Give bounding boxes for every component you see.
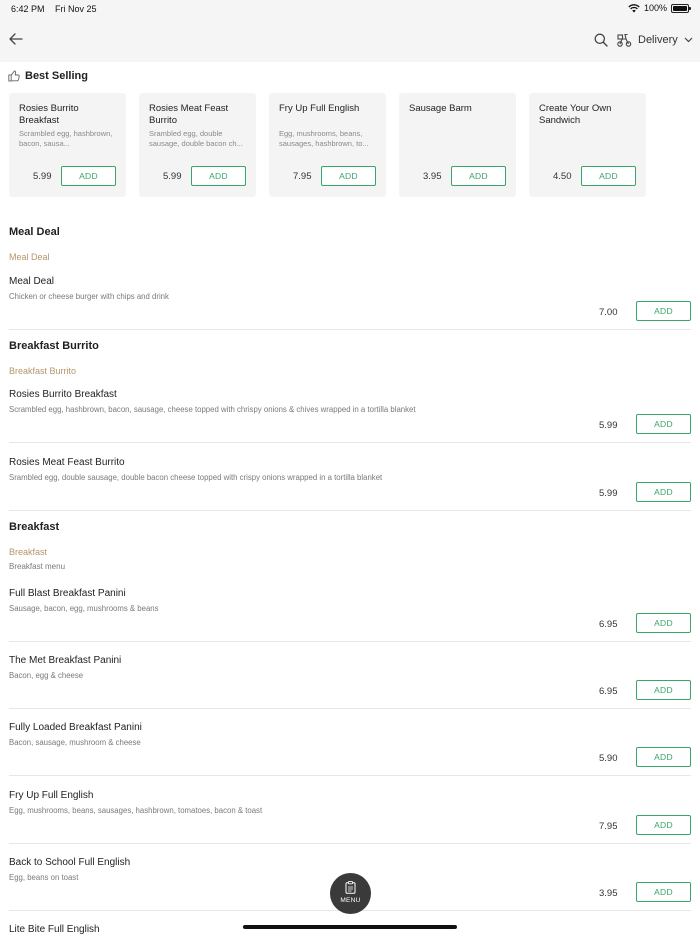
search-icon	[594, 33, 608, 47]
item-desc: Egg, beans on toast	[9, 873, 79, 882]
best-selling-card[interactable]: Sausage Barm 3.95 ADD	[399, 93, 516, 197]
add-button[interactable]: ADD	[636, 882, 691, 902]
section-title: Breakfast	[9, 521, 60, 533]
card-name: Rosies Meat Feast Burrito	[149, 103, 229, 126]
section-subtitle: Breakfast	[9, 547, 48, 557]
card-desc: Egg, mushrooms, beans, sausages, hashbro…	[279, 129, 369, 148]
add-button[interactable]: ADD	[636, 414, 691, 434]
status-bar: 6:42 PM Fri Nov 25 100%	[0, 0, 700, 18]
card-price: 4.50	[553, 171, 572, 182]
item-price: 5.99	[599, 488, 618, 499]
divider	[9, 775, 691, 776]
home-indicator[interactable]	[243, 925, 457, 929]
item-price: 7.00	[599, 307, 618, 318]
delivery-mode-button[interactable]: Delivery	[616, 30, 693, 50]
item-desc: Egg, mushrooms, beans, sausages, hashbro…	[9, 806, 263, 815]
status-date: Fri Nov 25	[55, 4, 97, 14]
search-button[interactable]	[593, 32, 609, 48]
card-price: 5.99	[33, 171, 52, 182]
item-name: Lite Bite Full English	[9, 924, 100, 934]
add-button[interactable]: ADD	[636, 482, 691, 502]
card-price: 7.95	[293, 171, 312, 182]
best-selling-card[interactable]: Create Your Own Sandwich 4.50 ADD	[529, 93, 646, 197]
add-button[interactable]: ADD	[321, 166, 376, 186]
item-price: 6.95	[599, 686, 618, 697]
battery-icon	[671, 3, 691, 13]
nav-bar: Delivery	[0, 18, 700, 62]
item-desc: Srambled egg, double sausage, double bac…	[9, 473, 383, 482]
section-description: Breakfast menu	[9, 562, 66, 571]
chevron-down-icon	[684, 37, 693, 43]
item-name: Rosies Meat Feast Burrito	[9, 457, 125, 468]
item-name: Back to School Full English	[9, 857, 131, 868]
item-name: Fully Loaded Breakfast Panini	[9, 722, 142, 733]
card-price: 3.95	[423, 171, 442, 182]
divider	[9, 329, 691, 330]
divider	[9, 510, 691, 511]
back-button[interactable]	[7, 30, 25, 48]
add-button[interactable]: ADD	[191, 166, 246, 186]
menu-fab-label: MENU	[340, 897, 361, 904]
section-title: Breakfast Burrito	[9, 340, 99, 352]
best-selling-card[interactable]: Fry Up Full English Egg, mushrooms, bean…	[269, 93, 386, 197]
divider	[9, 641, 691, 642]
best-selling-title: Best Selling	[25, 70, 88, 82]
item-name: Full Blast Breakfast Panini	[9, 588, 126, 599]
item-desc: Chicken or cheese burger with chips and …	[9, 292, 169, 301]
menu-fab-button[interactable]: MENU	[330, 873, 371, 914]
status-left: 6:42 PM Fri Nov 25	[11, 4, 105, 14]
card-desc: Srambled egg, double sausage, double bac…	[149, 129, 243, 148]
divider	[9, 843, 691, 844]
item-name: The Met Breakfast Panini	[9, 655, 122, 666]
best-selling-header: Best Selling	[8, 70, 88, 82]
item-price: 6.95	[599, 619, 618, 630]
item-desc: Sausage, bacon, egg, mushrooms & beans	[9, 604, 159, 613]
card-name: Sausage Barm	[409, 103, 472, 114]
thumbs-up-icon	[8, 70, 20, 82]
divider	[9, 708, 691, 709]
item-desc: Scrambled egg, hashbrown, bacon, sausage…	[9, 405, 416, 414]
wifi-icon	[628, 3, 640, 12]
clipboard-icon	[345, 881, 356, 894]
divider	[9, 442, 691, 443]
delivery-label: Delivery	[638, 34, 678, 46]
best-selling-card[interactable]: Rosies Burrito Breakfast Scrambled egg, …	[9, 93, 126, 197]
card-name: Rosies Burrito Breakfast	[19, 103, 79, 126]
item-name: Rosies Burrito Breakfast	[9, 389, 117, 400]
item-price: 5.99	[599, 420, 618, 431]
item-price: 5.90	[599, 753, 618, 764]
item-name: Meal Deal	[9, 276, 55, 287]
card-desc: Scrambled egg, hashbrown, bacon, sausa..…	[19, 129, 113, 148]
card-name: Create Your Own Sandwich	[539, 103, 612, 126]
add-button[interactable]: ADD	[636, 680, 691, 700]
arrow-left-icon	[9, 33, 23, 45]
item-desc: Bacon, sausage, mushroom & cheese	[9, 738, 141, 747]
add-button[interactable]: ADD	[61, 166, 116, 186]
item-price: 7.95	[599, 821, 618, 832]
item-name: Fry Up Full English	[9, 790, 94, 801]
card-price: 5.99	[163, 171, 182, 182]
add-button[interactable]: ADD	[581, 166, 636, 186]
add-button[interactable]: ADD	[451, 166, 506, 186]
status-right: 100%	[628, 3, 691, 13]
battery-percent: 100%	[643, 3, 667, 13]
add-button[interactable]: ADD	[636, 301, 691, 321]
scooter-icon	[617, 33, 632, 47]
section-subtitle: Meal Deal	[9, 252, 50, 262]
best-selling-card[interactable]: Rosies Meat Feast Burrito Srambled egg, …	[139, 93, 256, 197]
item-desc: Bacon, egg & cheese	[9, 671, 84, 680]
section-subtitle: Breakfast Burrito	[9, 366, 77, 376]
section-title: Meal Deal	[9, 226, 60, 238]
item-price: 3.95	[599, 888, 618, 899]
status-time: 6:42 PM	[11, 4, 45, 14]
best-selling-carousel[interactable]: Rosies Burrito Breakfast Scrambled egg, …	[9, 93, 646, 197]
add-button[interactable]: ADD	[636, 747, 691, 767]
card-name: Fry Up Full English	[279, 103, 360, 114]
add-button[interactable]: ADD	[636, 613, 691, 633]
add-button[interactable]: ADD	[636, 815, 691, 835]
